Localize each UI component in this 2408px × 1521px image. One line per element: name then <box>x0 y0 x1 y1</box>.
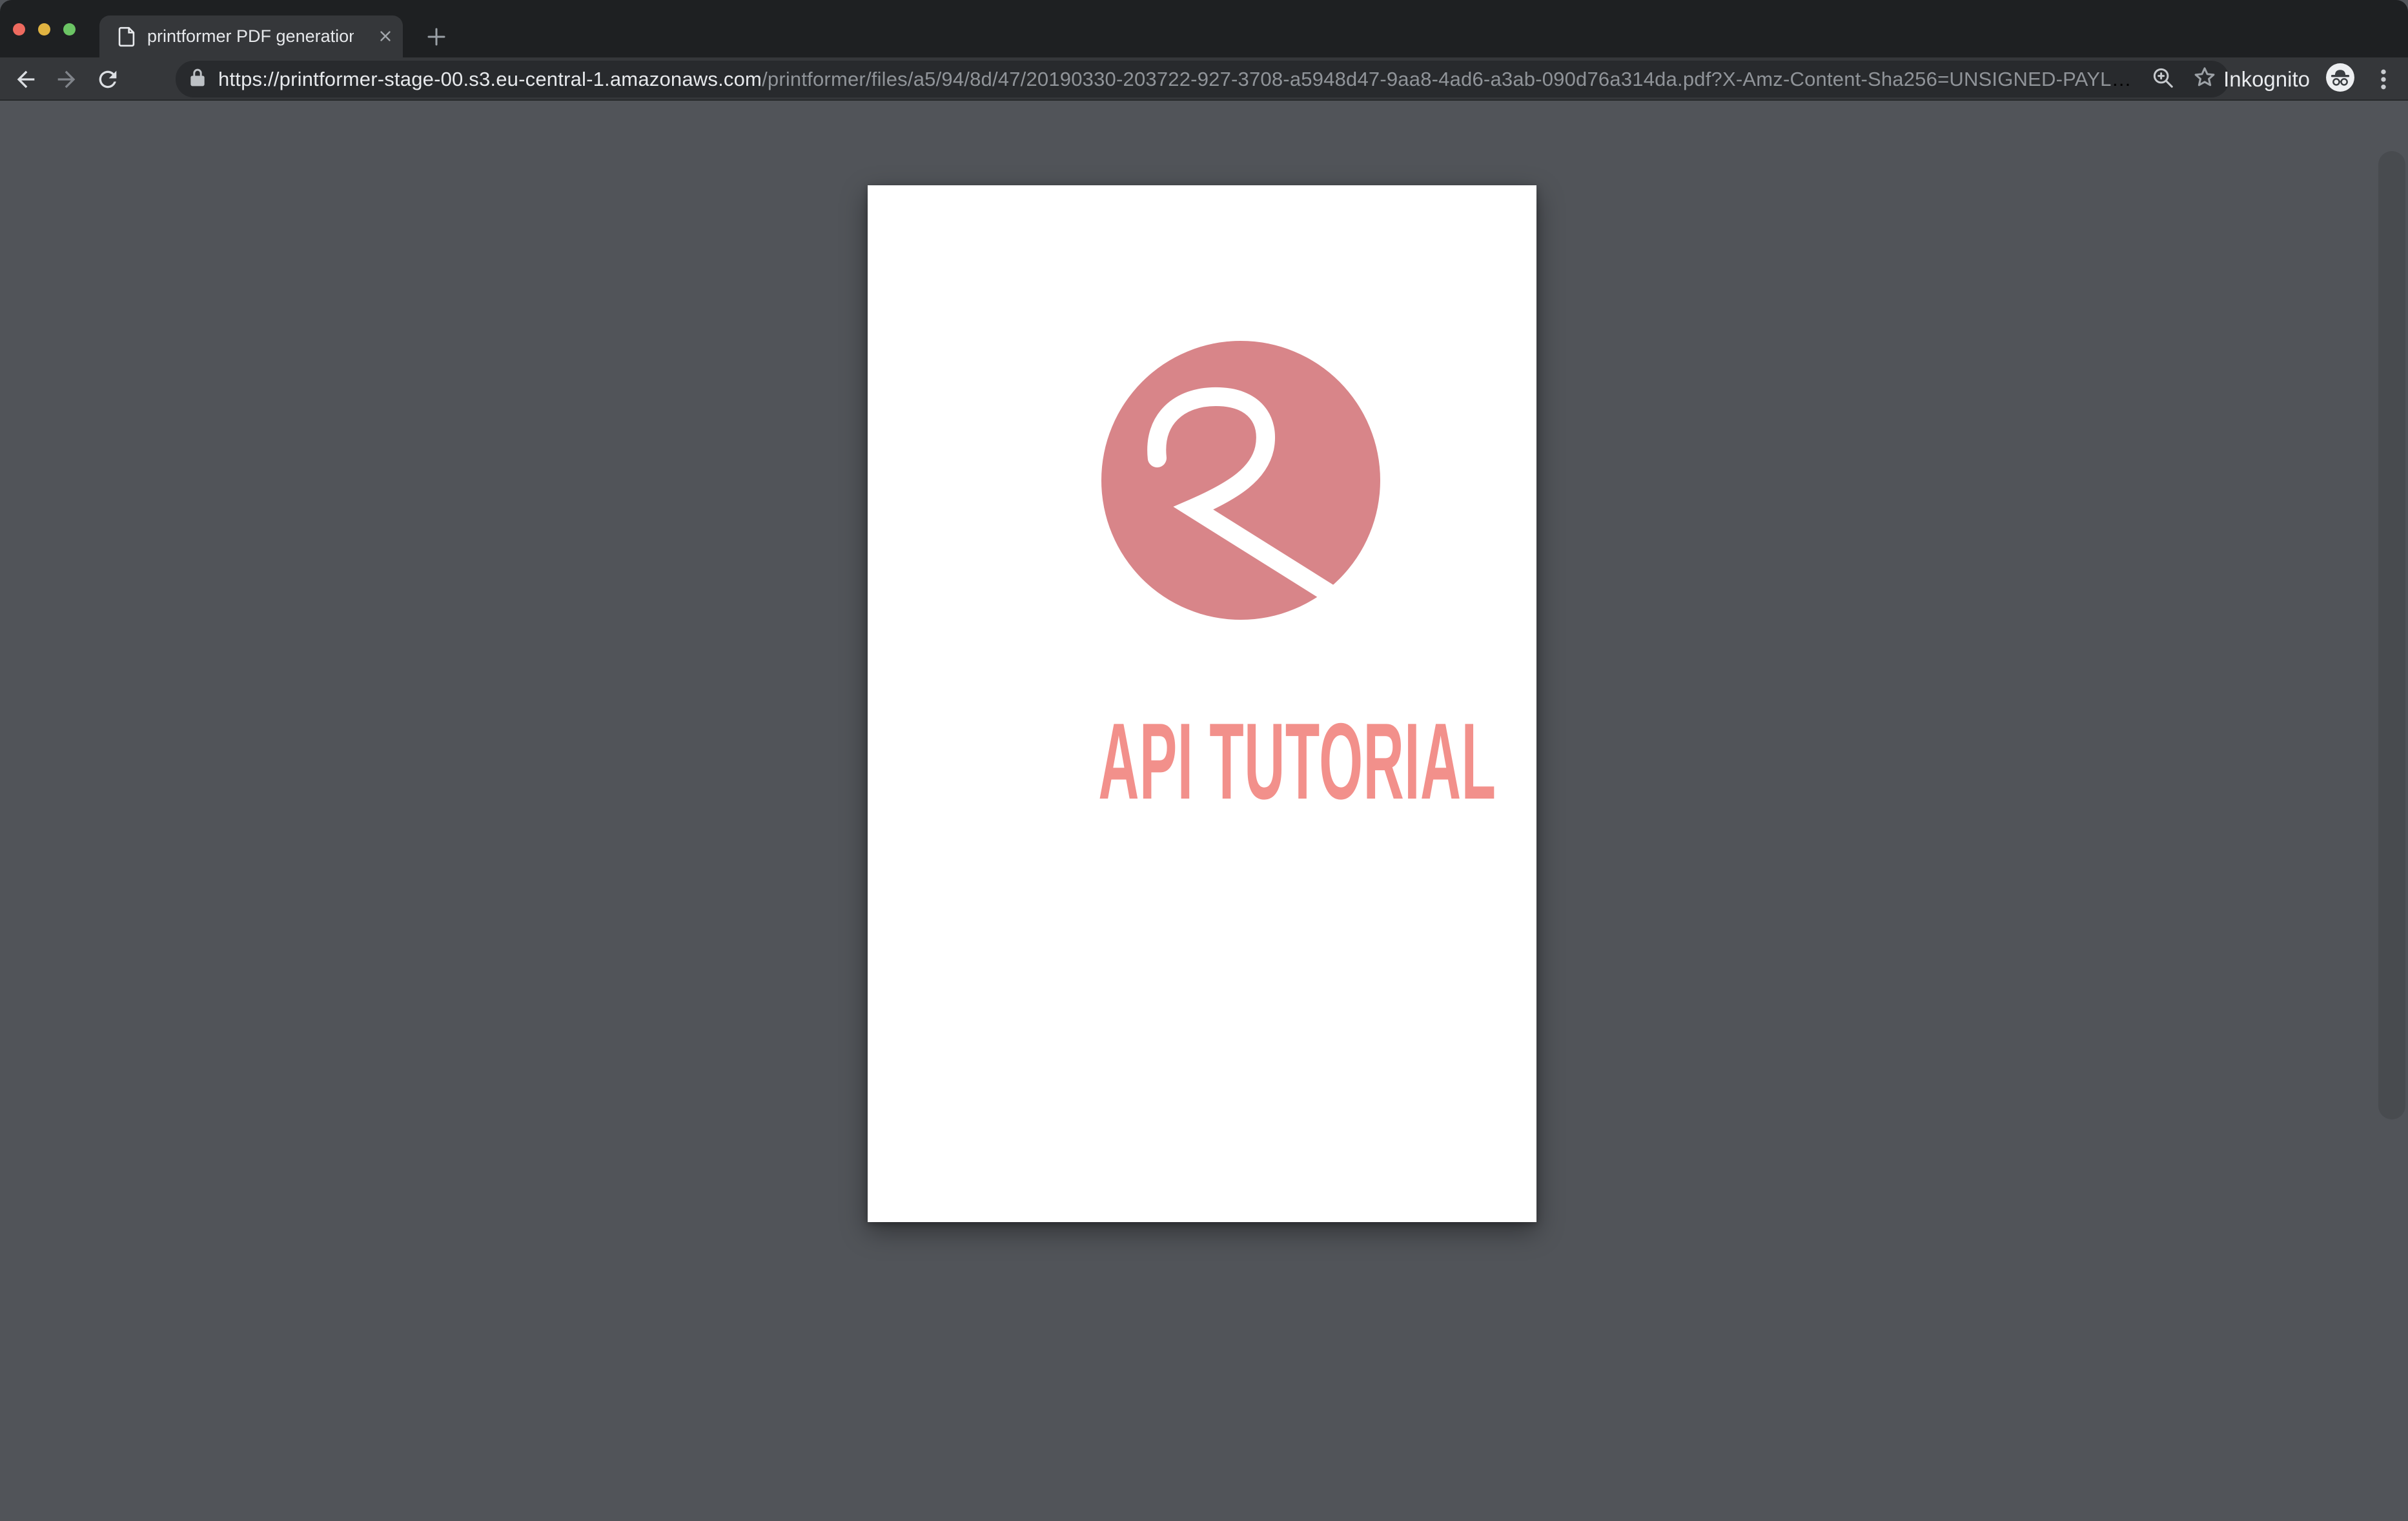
url-path: /printformer/files/a5/94/8d/47/20190330-… <box>762 68 2139 90</box>
pdf-title: API TUTORIAL <box>868 707 1536 815</box>
pdf-page: API TUTORIAL <box>868 185 1536 1222</box>
active-tab[interactable]: printformer PDF generation <box>99 15 403 57</box>
toolbar: https://printformer-stage-00.s3.eu-centr… <box>0 57 2408 101</box>
url-text: https://printformer-stage-00.s3.eu-centr… <box>218 68 2139 91</box>
lock-icon[interactable] <box>189 67 207 91</box>
url-bar-actions <box>2150 65 2218 94</box>
reload-icon[interactable] <box>95 66 121 92</box>
traffic-light-close[interactable] <box>13 23 25 36</box>
tab-close-icon[interactable] <box>377 28 394 45</box>
toolbar-right: Inkognito <box>2223 57 2396 101</box>
tab-title: printformer PDF generation <box>147 15 354 57</box>
forward-arrow-icon[interactable] <box>54 66 79 92</box>
back-arrow-icon[interactable] <box>13 66 39 92</box>
traffic-light-minimize[interactable] <box>38 23 50 36</box>
pdf-title-text: API TUTORIAL <box>1098 707 1496 815</box>
scrollbar-thumb[interactable] <box>2378 151 2405 1119</box>
printformer-logo-icon <box>1101 341 1380 620</box>
tab-bar: printformer PDF generation <box>0 0 2408 57</box>
incognito-label: Inkognito <box>2223 67 2310 92</box>
document-icon <box>117 26 136 50</box>
kebab-menu-icon[interactable] <box>2371 66 2396 92</box>
magnifier-zoom-icon[interactable] <box>2150 65 2175 93</box>
browser-window: printformer PDF generation <box>0 0 2408 1521</box>
url-bar[interactable]: https://printformer-stage-00.s3.eu-centr… <box>176 61 2229 97</box>
url-domain: https://printformer-stage-00.s3.eu-centr… <box>218 68 762 90</box>
traffic-light-maximize[interactable] <box>63 23 76 36</box>
bookmark-star-icon[interactable] <box>2192 65 2218 94</box>
incognito-icon <box>2325 63 2355 96</box>
new-tab-button[interactable] <box>425 25 448 48</box>
pdf-viewer-content: API TUTORIAL <box>0 102 2408 1521</box>
